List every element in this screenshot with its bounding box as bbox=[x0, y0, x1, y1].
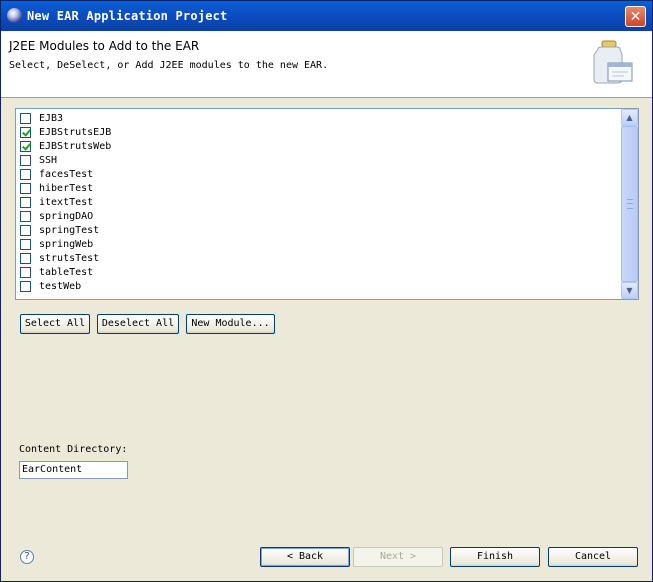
deselect-all-button[interactable]: Deselect All bbox=[97, 314, 179, 334]
module-label: hiberTest bbox=[39, 182, 94, 194]
module-list-item[interactable]: tableTest bbox=[20, 265, 93, 279]
module-list-item[interactable]: itextTest bbox=[20, 195, 93, 209]
module-checkbox[interactable] bbox=[20, 112, 31, 124]
module-list-item[interactable]: springTest bbox=[20, 223, 99, 237]
module-checkbox[interactable] bbox=[20, 266, 31, 278]
jar-window-icon bbox=[593, 40, 633, 84]
close-button[interactable]: ✕ bbox=[625, 6, 646, 27]
back-button[interactable]: < Back bbox=[260, 547, 350, 567]
module-checkbox[interactable] bbox=[20, 210, 31, 222]
module-checkbox[interactable] bbox=[20, 182, 31, 194]
help-icon[interactable]: ? bbox=[20, 550, 34, 564]
scroll-thumb[interactable] bbox=[621, 126, 638, 282]
module-list-item[interactable]: SSH bbox=[20, 153, 57, 167]
module-list[interactable]: EJB3 EJBStrutsEJB EJBStrutsWeb SSH facesTest… bbox=[15, 108, 639, 300]
module-checkbox[interactable] bbox=[20, 280, 31, 292]
list-scrollbar[interactable]: ▲ ▼ bbox=[621, 109, 638, 299]
scroll-up-button[interactable]: ▲ bbox=[621, 109, 638, 126]
wizard-window: New EAR Application Project ✕ J2EE Modul… bbox=[0, 0, 653, 582]
content-directory-field[interactable]: EarContent bbox=[19, 461, 128, 479]
finish-button[interactable]: Finish bbox=[450, 547, 540, 567]
module-label: itextTest bbox=[39, 196, 94, 208]
module-checkbox[interactable] bbox=[20, 238, 31, 250]
page-description: Select, DeSelect, or Add J2EE modules to… bbox=[9, 60, 329, 71]
select-all-button[interactable]: Select All bbox=[20, 314, 90, 334]
module-label: springTest bbox=[39, 224, 100, 236]
module-checkbox[interactable] bbox=[20, 140, 31, 152]
title-bar[interactable]: New EAR Application Project ✕ bbox=[1, 1, 652, 31]
next-button[interactable]: Next > bbox=[353, 547, 443, 567]
module-checkbox[interactable] bbox=[20, 252, 31, 264]
module-label: EJB3 bbox=[39, 112, 64, 124]
module-list-item[interactable]: testWeb bbox=[20, 279, 81, 293]
module-list-item[interactable]: springWeb bbox=[20, 237, 93, 251]
module-list-item[interactable]: EJBStrutsWeb bbox=[20, 139, 111, 153]
module-list-item[interactable]: strutsTest bbox=[20, 251, 99, 265]
module-checkbox[interactable] bbox=[20, 154, 31, 166]
module-label: strutsTest bbox=[39, 252, 100, 264]
module-list-item[interactable]: hiberTest bbox=[20, 181, 93, 195]
module-label: springDAO bbox=[39, 210, 94, 222]
module-label: EJBStrutsWeb bbox=[39, 140, 112, 152]
module-checkbox[interactable] bbox=[20, 126, 31, 138]
module-label: SSH bbox=[39, 154, 58, 166]
module-list-item[interactable]: EJB3 bbox=[20, 111, 63, 125]
module-checkbox[interactable] bbox=[20, 196, 31, 208]
module-label: testWeb bbox=[39, 280, 82, 292]
module-label: facesTest bbox=[39, 168, 94, 180]
module-list-item[interactable]: EJBStrutsEJB bbox=[20, 125, 111, 139]
scroll-down-button[interactable]: ▼ bbox=[621, 282, 638, 299]
module-list-item[interactable]: facesTest bbox=[20, 167, 93, 181]
module-label: tableTest bbox=[39, 266, 94, 278]
module-checkbox[interactable] bbox=[20, 168, 31, 180]
cancel-button[interactable]: Cancel bbox=[548, 547, 638, 567]
grip-icon bbox=[627, 199, 633, 209]
wizard-banner: J2EE Modules to Add to the EAR Select, D… bbox=[1, 31, 652, 98]
page-title: J2EE Modules to Add to the EAR bbox=[9, 39, 200, 53]
window-title: New EAR Application Project bbox=[27, 9, 228, 23]
content-directory-label: Content Directory: bbox=[19, 444, 128, 455]
module-list-item[interactable]: springDAO bbox=[20, 209, 93, 223]
module-label: springWeb bbox=[39, 238, 94, 250]
new-module-button[interactable]: New Module... bbox=[186, 314, 275, 334]
module-label: EJBStrutsEJB bbox=[39, 126, 112, 138]
module-checkbox[interactable] bbox=[20, 224, 31, 236]
eclipse-icon bbox=[7, 8, 22, 23]
